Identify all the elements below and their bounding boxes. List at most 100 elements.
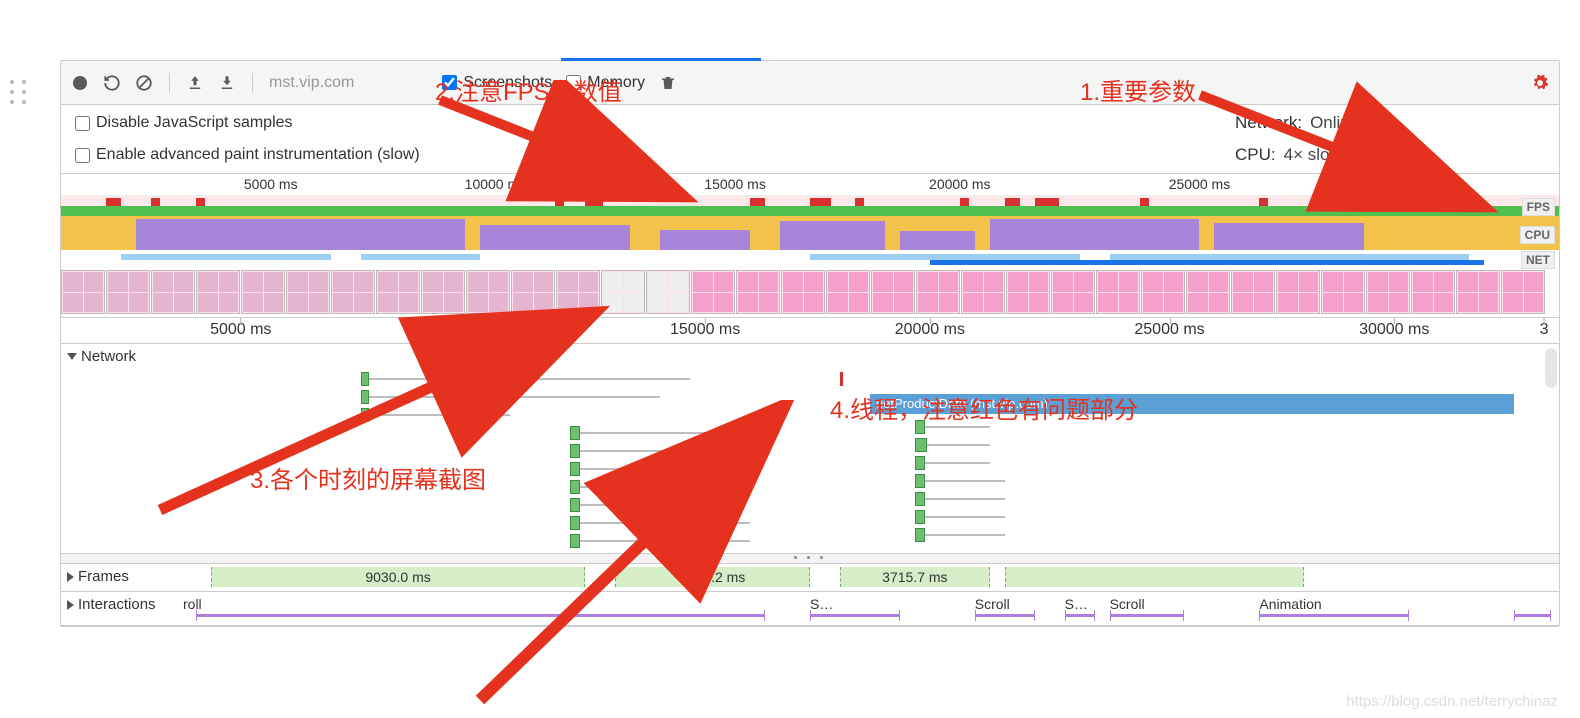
network-section-label: Network (81, 348, 136, 365)
frames-track[interactable]: Frames 9030.0 ms 4632.2 ms 3715.7 ms (61, 564, 1559, 592)
filmstrip-thumb[interactable] (916, 270, 960, 314)
filmstrip-thumb[interactable] (151, 270, 195, 314)
interaction-bar[interactable] (1259, 614, 1409, 617)
filmstrip-thumb[interactable] (376, 270, 420, 314)
advanced-paint-checkbox[interactable]: Enable advanced paint instrumentation (s… (75, 146, 420, 164)
memory-label: Memory (587, 74, 645, 92)
filmstrip-thumb[interactable] (961, 270, 1005, 314)
overview-tick: 20000 ms (929, 176, 990, 192)
interaction-bar[interactable] (975, 614, 1035, 617)
filmstrip-thumb[interactable] (1186, 270, 1230, 314)
chevron-right-icon (67, 600, 74, 610)
main-axis-tick: 5000 ms (210, 321, 271, 339)
filmstrip-thumb[interactable] (466, 270, 510, 314)
disable-js-label: Disable JavaScript samples (96, 114, 293, 132)
capture-settings-button[interactable] (1531, 74, 1549, 92)
filmstrip-thumb[interactable] (781, 270, 825, 314)
filmstrip-thumb[interactable] (511, 270, 555, 314)
save-profile-button[interactable] (218, 74, 236, 92)
interactions-track[interactable]: Interactions roll S…ScrollS…ScrollAnimat… (61, 592, 1559, 626)
resize-handle[interactable]: • • • (61, 554, 1559, 564)
filmstrip[interactable] (61, 268, 1559, 318)
frame-segment[interactable]: 3715.7 ms (840, 567, 990, 587)
filmstrip-thumb[interactable] (61, 270, 105, 314)
clear-button[interactable] (135, 74, 153, 92)
filmstrip-thumb[interactable] (1141, 270, 1185, 314)
filmstrip-thumb[interactable] (601, 270, 645, 314)
filmstrip-thumb[interactable] (331, 270, 375, 314)
filmstrip-thumb[interactable] (826, 270, 870, 314)
filmstrip-thumb[interactable] (1231, 270, 1275, 314)
filmstrip-thumb[interactable] (1501, 270, 1545, 314)
filmstrip-thumb[interactable] (1411, 270, 1455, 314)
advanced-paint-label: Enable advanced paint instrumentation (s… (96, 146, 420, 164)
cpu-lane-label: CPU (1520, 226, 1555, 244)
overview-pane[interactable]: 5000 ms 10000 ms 15000 ms 20000 ms 25000 ms 3… (61, 174, 1559, 344)
drag-handle-icon (10, 80, 28, 104)
overview-tick: 30000 ms (1393, 176, 1454, 192)
disable-js-samples-checkbox[interactable]: Disable JavaScript samples (75, 114, 293, 132)
net-lane-label: NET (1521, 251, 1555, 269)
network-request-label: getProductData (mst.vip.com) (876, 396, 1048, 411)
overview-tick: 15000 ms (704, 176, 765, 192)
interaction-bar[interactable] (1065, 614, 1095, 617)
network-throttle-select[interactable]: Network: Online (1235, 113, 1545, 133)
filmstrip-thumb[interactable] (871, 270, 915, 314)
filmstrip-thumb[interactable] (1456, 270, 1500, 314)
filmstrip-thumb[interactable] (736, 270, 780, 314)
interaction-label: S… (1065, 596, 1088, 612)
cpu-throttle-select[interactable]: CPU: 4× slowdown (1235, 145, 1545, 165)
overview-tick: 5000 ms (244, 176, 298, 192)
collect-garbage-button[interactable] (659, 74, 677, 92)
filmstrip-thumb[interactable] (196, 270, 240, 314)
capture-settings-panel: Disable JavaScript samples Network: Onli… (61, 105, 1559, 174)
main-axis-tick: 10000 ms (430, 321, 500, 339)
reload-button[interactable] (103, 74, 121, 92)
filmstrip-thumb[interactable] (241, 270, 285, 314)
filmstrip-thumb[interactable] (106, 270, 150, 314)
main-axis-tick: 30000 ms (1359, 321, 1429, 339)
scrollbar-thumb[interactable] (1545, 348, 1557, 388)
cpu-label: CPU: (1235, 145, 1276, 165)
filmstrip-thumb[interactable] (1321, 270, 1365, 314)
interactions-header[interactable]: Interactions (67, 596, 156, 613)
overview-tick: 25000 ms (1169, 176, 1230, 192)
filmstrip-thumb[interactable] (1006, 270, 1050, 314)
filmstrip-thumb[interactable] (286, 270, 330, 314)
performance-toolbar: mst.vip.com Screenshots Memory (61, 61, 1559, 105)
filmstrip-thumb[interactable] (1051, 270, 1095, 314)
filmstrip-thumb[interactable] (646, 270, 690, 314)
chevron-right-icon (67, 572, 74, 582)
frame-segment[interactable]: 4632.2 ms (615, 567, 810, 587)
network-request-bar[interactable]: getProductData (mst.vip.com) (870, 394, 1514, 414)
main-time-axis: 5000 ms10000 ms15000 ms20000 ms25000 ms3… (61, 318, 1559, 344)
overview-tick: 10000 ms (465, 176, 526, 192)
frame-segment[interactable]: 9030.0 ms (211, 567, 586, 587)
interaction-label: Animation (1259, 596, 1321, 612)
flamechart-main[interactable]: Network getProductData (mst.vip.com) (61, 344, 1559, 554)
network-section-header[interactable]: Network (67, 348, 136, 365)
interaction-bar[interactable] (810, 614, 900, 617)
main-axis-tick: 25000 ms (1134, 321, 1204, 339)
filmstrip-thumb[interactable] (1366, 270, 1410, 314)
interaction-label: S… (810, 596, 833, 612)
network-value: Online (1310, 113, 1359, 133)
filmstrip-thumb[interactable] (1276, 270, 1320, 314)
screenshots-checkbox[interactable]: Screenshots (442, 74, 552, 92)
frames-header[interactable]: Frames (67, 568, 129, 585)
recording-url[interactable]: mst.vip.com (269, 74, 354, 92)
filmstrip-thumb[interactable] (421, 270, 465, 314)
load-profile-button[interactable] (186, 74, 204, 92)
record-button[interactable] (71, 74, 89, 92)
watermark: https://blog.csdn.net/terrychinaz (1346, 693, 1558, 710)
network-label: Network: (1235, 113, 1302, 133)
overview-time-axis: 5000 ms 10000 ms 15000 ms 20000 ms 25000 ms 3… (61, 174, 1559, 196)
filmstrip-thumb[interactable] (1096, 270, 1140, 314)
filmstrip-thumb[interactable] (691, 270, 735, 314)
frame-segment[interactable] (1005, 567, 1305, 587)
memory-checkbox[interactable]: Memory (566, 74, 645, 92)
interaction-bar[interactable] (1110, 614, 1185, 617)
devtools-performance-panel: mst.vip.com Screenshots Memory Disable J… (60, 60, 1560, 627)
screenshots-label: Screenshots (463, 74, 552, 92)
filmstrip-thumb[interactable] (556, 270, 600, 314)
